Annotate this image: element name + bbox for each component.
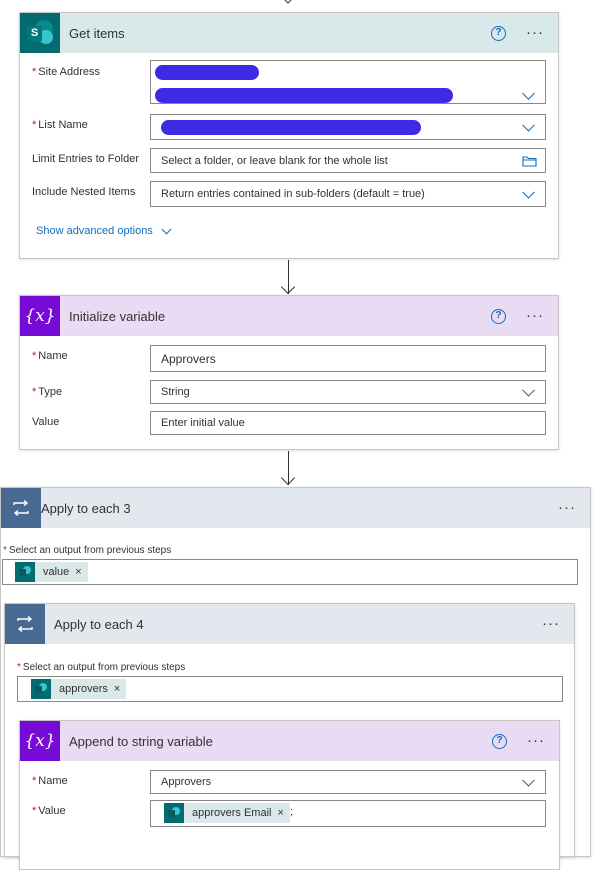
approvers-token[interactable]: approvers × — [31, 679, 127, 699]
nested-items-label: Include Nested Items — [32, 186, 136, 198]
get-items-header[interactable]: S Get items ? ··· — [20, 13, 558, 53]
redacted-value — [161, 120, 421, 135]
get-items-title: Get items — [69, 25, 125, 41]
variable-type-dropdown[interactable]: String — [150, 380, 546, 404]
more-options-icon[interactable]: ··· — [526, 25, 544, 40]
apply-to-each-3-title: Apply to each 3 — [41, 500, 131, 516]
help-icon[interactable]: ? — [492, 733, 507, 749]
variable-icon: {x} — [20, 721, 60, 761]
connector-arrow-head — [280, 470, 296, 486]
chevron-down-icon[interactable] — [522, 383, 535, 397]
remove-token-icon[interactable]: × — [114, 683, 120, 695]
chevron-down-icon[interactable] — [522, 118, 535, 132]
chevron-down-icon[interactable] — [522, 185, 535, 199]
initialize-variable-header[interactable]: {x} Initialize variable ? ··· — [20, 296, 558, 336]
limit-entries-label: Limit Entries to Folder — [32, 153, 139, 165]
help-icon[interactable]: ? — [491, 25, 506, 41]
apply-to-each-4-card: Apply to each 4 ··· * Select an output fr… — [4, 603, 575, 870]
apply-to-each-4-title: Apply to each 4 — [54, 616, 144, 632]
list-name-field[interactable] — [150, 114, 546, 140]
append-string-variable-card: {x} Append to string variable ? ··· * Nam… — [19, 720, 560, 870]
name-label: * Name — [32, 350, 68, 362]
value-label: Value — [32, 416, 60, 428]
more-options-icon[interactable]: ··· — [527, 733, 545, 748]
type-label: * Type — [32, 386, 63, 398]
sharepoint-icon — [164, 803, 184, 823]
select-output-label: * Select an output from previous steps — [17, 662, 186, 673]
show-advanced-options-link[interactable]: Show advanced options — [36, 224, 172, 237]
limit-entries-field[interactable]: Select a folder, or leave blank for the … — [150, 148, 546, 173]
connector-arrow-head — [280, 279, 296, 295]
value-suffix: ; — [290, 806, 294, 818]
append-string-variable-header[interactable]: {x} Append to string variable ? ··· — [20, 721, 559, 761]
more-options-icon[interactable]: ··· — [542, 616, 560, 631]
select-output-field[interactable] — [2, 559, 578, 585]
select-output-label: * Select an output from previous steps — [3, 545, 172, 556]
approvers-email-token[interactable]: approvers Email × — [164, 803, 290, 823]
remove-token-icon[interactable]: × — [277, 807, 283, 819]
append-string-variable-title: Append to string variable — [69, 733, 213, 749]
redacted-value — [155, 65, 259, 80]
list-name-label: * List Name — [32, 119, 88, 131]
site-address-field[interactable] — [150, 60, 546, 104]
nested-items-dropdown[interactable]: Return entries contained in sub-folders … — [150, 181, 546, 207]
top-connector-arrow — [282, 0, 294, 4]
value-token[interactable]: value × — [15, 562, 88, 582]
folder-icon[interactable] — [522, 155, 537, 167]
value-label: * Value — [32, 805, 66, 817]
variable-icon: {x} — [20, 296, 60, 336]
chevron-down-icon — [161, 224, 172, 235]
name-label: * Name — [32, 775, 68, 787]
variable-name-input[interactable]: Approvers — [150, 345, 546, 372]
more-options-icon[interactable]: ··· — [558, 500, 576, 515]
initialize-variable-card: {x} Initialize variable ? ··· * Name Appr… — [19, 295, 559, 450]
more-options-icon[interactable]: ··· — [526, 308, 544, 323]
variable-value-input[interactable]: Enter initial value — [150, 411, 546, 435]
loop-icon — [5, 604, 45, 644]
site-address-label: * Site Address — [32, 66, 101, 78]
remove-token-icon[interactable]: × — [75, 566, 81, 578]
sharepoint-icon — [15, 562, 35, 582]
chevron-down-icon[interactable] — [522, 773, 535, 787]
apply-to-each-3-header[interactable]: Apply to each 3 ··· — [1, 488, 590, 528]
sharepoint-icon — [31, 679, 51, 699]
help-icon[interactable]: ? — [491, 308, 506, 324]
initialize-variable-title: Initialize variable — [69, 308, 166, 324]
chevron-down-icon[interactable] — [522, 87, 535, 100]
loop-icon — [1, 488, 41, 528]
get-items-card: S Get items ? ··· * Site Address * List Na… — [19, 12, 559, 259]
append-name-dropdown[interactable]: Approvers — [150, 770, 546, 794]
redacted-value — [155, 88, 453, 103]
apply-to-each-4-header[interactable]: Apply to each 4 ··· — [5, 604, 574, 644]
sharepoint-icon: S — [20, 13, 60, 53]
